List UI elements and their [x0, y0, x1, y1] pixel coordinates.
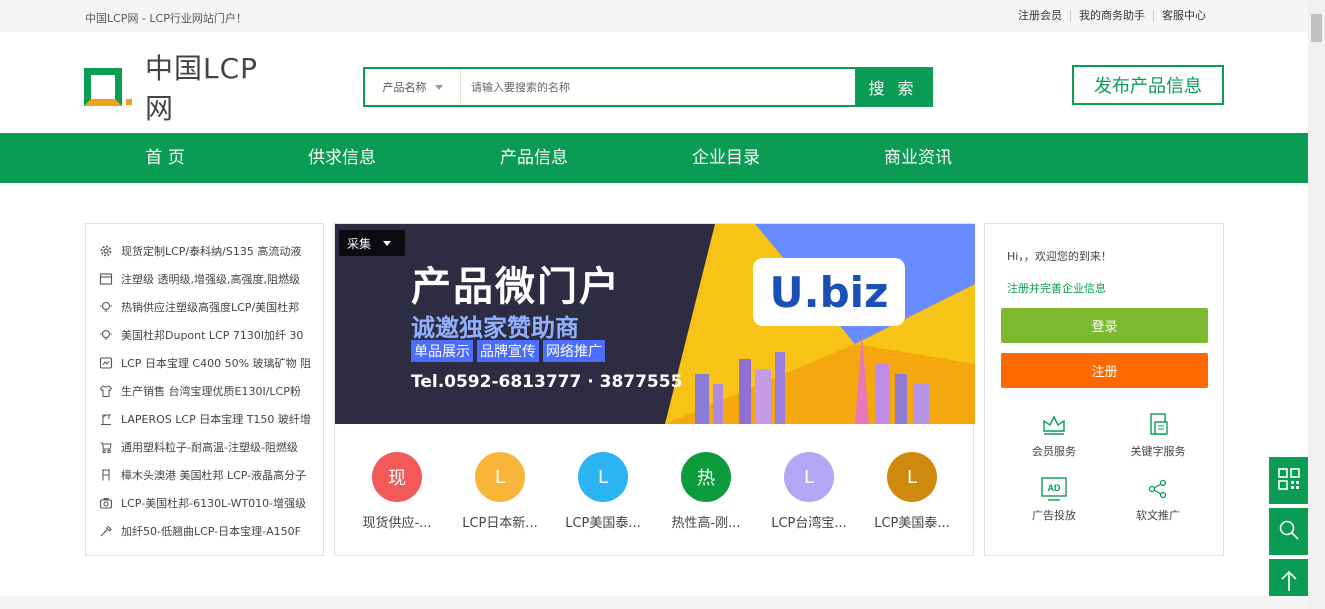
- promo-banner[interactable]: 采集 产品微门户 诚邀独家赞助商 单品展示 品牌宣传 网络推广 Tel.0592…: [335, 224, 975, 424]
- stroller-icon: [98, 439, 114, 455]
- sidebar-item[interactable]: 加纤50-低翘曲LCP-日本宝理-A150F: [98, 521, 318, 541]
- qrcode-button[interactable]: [1269, 457, 1309, 504]
- collect-button[interactable]: 采集: [339, 230, 405, 256]
- nav-products[interactable]: 产品信息: [474, 133, 594, 183]
- scrollbar-thumb[interactable]: [1311, 14, 1322, 42]
- gear-icon: [98, 243, 114, 259]
- product-category-sidebar: 现货定制LCP/泰科纳/S135 高流动液 注塑级 透明级,增强级,高强度,阻燃…: [85, 223, 324, 556]
- product-item[interactable]: L LCP台湾宝...: [747, 452, 850, 532]
- crane-icon: [98, 411, 114, 427]
- arrow-up-icon: [1279, 569, 1299, 597]
- banner-tag: 品牌宣传: [477, 340, 539, 362]
- ubiz-brand-bubble: U.biz: [753, 258, 905, 326]
- sidebar-item[interactable]: 生产销售 台湾宝理优质E130I/LCP粉: [98, 381, 318, 401]
- greeting-text: Hi，，欢迎您的到来！: [1007, 250, 1112, 263]
- customer-service-link[interactable]: 客服中心: [1153, 10, 1214, 22]
- register-company-link[interactable]: 注册并完善企业信息: [1007, 280, 1106, 296]
- service-advertising[interactable]: AD 广告投放: [1014, 475, 1094, 523]
- crown-icon: [1014, 411, 1094, 439]
- search-input[interactable]: [461, 69, 855, 105]
- dropdown-arrow-icon: [383, 240, 392, 246]
- svg-text:AD: AD: [1048, 483, 1061, 493]
- sidebar-item[interactable]: 热销供应注塑级高强度LCP/美国杜邦: [98, 297, 318, 317]
- product-item[interactable]: L LCP美国泰...: [541, 452, 644, 532]
- footer-strip: [0, 596, 1308, 609]
- sidebar-item[interactable]: LCP 日本宝理 C400 50% 玻璃矿物 阻: [98, 353, 318, 373]
- product-item[interactable]: L LCP日本新...: [438, 452, 541, 532]
- welcome-text: 中国LCP网 - LCP行业网站门户！: [85, 12, 247, 25]
- product-item[interactable]: L LCP美国泰...: [850, 452, 953, 532]
- dropdown-arrow-icon: [434, 84, 443, 90]
- sidebar-item[interactable]: LCP-美国杜邦-6130L-WT010-增强级: [98, 493, 318, 513]
- product-item[interactable]: 热 热性高-刚...: [644, 452, 747, 532]
- logo-mark: [84, 68, 132, 106]
- sidebar-item[interactable]: 美国杜邦Dupont LCP 7130l加纤 30: [98, 325, 318, 345]
- sidebar-item[interactable]: 通用塑料粒子-耐高温-注塑级-阻燃级: [98, 437, 318, 457]
- login-button[interactable]: 登录: [1001, 308, 1208, 343]
- business-assistant-link[interactable]: 我的商务助手: [1070, 10, 1153, 22]
- camera-icon: [98, 495, 114, 511]
- product-badge: L: [475, 452, 525, 502]
- product-label: LCP美国泰...: [874, 516, 950, 531]
- nav-business-news[interactable]: 商业资讯: [858, 133, 978, 183]
- register-button[interactable]: 注册: [1001, 353, 1208, 388]
- sidebar-item[interactable]: 现货定制LCP/泰科纳/S135 高流动液: [98, 241, 318, 261]
- banner-tags: 单品展示 品牌宣传 网络推广: [411, 340, 605, 362]
- top-bar: 中国LCP网 - LCP行业网站门户！ 注册会员 我的商务助手 客服中心: [0, 0, 1308, 32]
- banner-tag: 网络推广: [543, 340, 605, 362]
- search-category-select[interactable]: 产品名称: [365, 69, 461, 105]
- tool-icon: [98, 523, 114, 539]
- floating-toolbar: [1269, 457, 1309, 609]
- search-category-label: 产品名称: [382, 81, 427, 94]
- service-membership[interactable]: 会员服务: [1014, 411, 1094, 459]
- chair-icon: [98, 467, 114, 483]
- service-keyword[interactable]: 关键字服务: [1118, 411, 1198, 459]
- main-nav: 首 页 供求信息 产品信息 企业目录 商业资讯: [0, 133, 1308, 183]
- publish-product-button[interactable]: 发布产品信息: [1072, 65, 1224, 105]
- banner-panel: 采集 产品微门户 诚邀独家赞助商 单品展示 品牌宣传 网络推广 Tel.0592…: [334, 223, 975, 556]
- site-logo[interactable]: 中国LCP网: [84, 52, 284, 125]
- banner-subtitle: 诚邀独家赞助商: [411, 314, 579, 342]
- ad-icon: AD: [1014, 475, 1094, 503]
- page-scrollbar[interactable]: [1308, 0, 1325, 609]
- banner-title: 产品微门户: [411, 264, 621, 310]
- search-float-button[interactable]: [1269, 508, 1309, 555]
- share-icon: [1118, 475, 1198, 503]
- register-member-link[interactable]: 注册会员: [1010, 10, 1070, 22]
- banner-tag: 单品展示: [411, 340, 473, 362]
- sidebar-item[interactable]: 注塑级 透明级,增强级,高强度,阻燃级: [98, 269, 318, 289]
- product-item[interactable]: 现 现货供应-...: [335, 452, 438, 532]
- shirt-icon: [98, 383, 114, 399]
- featured-products: 现 现货供应-... L LCP日本新... L LCP美国泰... 热 热性高…: [335, 452, 975, 532]
- search-bar: 产品名称 搜 索: [363, 67, 933, 107]
- logo-text: 中国LCP网: [144, 52, 259, 125]
- user-panel: Hi，，欢迎您的到来！ 注册并完善企业信息 登录 注册 会员服务 关键字服务 A…: [984, 223, 1224, 556]
- nav-supply-demand[interactable]: 供求信息: [282, 133, 402, 183]
- product-badge: L: [578, 452, 628, 502]
- search-button[interactable]: 搜 索: [855, 69, 931, 105]
- bulb-icon: [98, 327, 114, 343]
- bulb-icon: [98, 299, 114, 315]
- product-badge: L: [887, 452, 937, 502]
- nav-company-directory[interactable]: 企业目录: [666, 133, 786, 183]
- top-links: 注册会员 我的商务助手 客服中心: [1010, 10, 1214, 22]
- nav-home[interactable]: 首 页: [105, 133, 225, 183]
- banner-phone: Tel.0592-6813777 · 3877555: [411, 372, 683, 392]
- chip-icon: [98, 355, 114, 371]
- sidebar-item[interactable]: LAPEROS LCP 日本宝理 T150 玻纤增: [98, 409, 318, 429]
- service-article-promo[interactable]: 软文推广: [1118, 475, 1198, 523]
- product-badge: L: [784, 452, 834, 502]
- document-icon: [1118, 411, 1198, 439]
- qrcode-icon: [1277, 467, 1301, 495]
- product-badge: 热: [681, 452, 731, 502]
- sidebar-item[interactable]: 樟木头澳港 美国杜邦 LCP-液晶高分子: [98, 465, 318, 485]
- box-icon: [98, 271, 114, 287]
- search-icon: [1278, 519, 1300, 545]
- product-badge: 现: [372, 452, 422, 502]
